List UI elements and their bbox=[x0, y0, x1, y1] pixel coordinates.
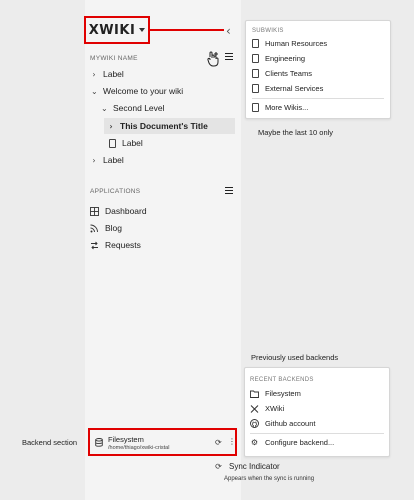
document-icon bbox=[252, 54, 259, 63]
gear-icon: ⚙ bbox=[250, 438, 259, 447]
recent-backends-dropdown: RECENT BACKENDS Filesystem XWiki Github … bbox=[244, 367, 390, 457]
configure-backend-item[interactable]: ⚙ Configure backend... bbox=[250, 438, 334, 447]
backend-name: Filesystem bbox=[108, 435, 144, 444]
more-vertical-icon[interactable]: ⋮ bbox=[228, 437, 236, 446]
more-wikis-item[interactable]: More Wikis... bbox=[252, 103, 308, 112]
backend-path: /home/thiago/xwiki-cristal bbox=[108, 445, 170, 451]
backend-item-label: Github account bbox=[265, 419, 316, 428]
requests-icon bbox=[91, 241, 98, 249]
tree-item[interactable]: ⌄ Welcome to your wiki bbox=[91, 86, 183, 96]
tree-item[interactable]: ⌄ Second Level bbox=[101, 103, 165, 113]
app-item-label: Dashboard bbox=[105, 206, 147, 216]
subwikis-title: SUBWIKIS bbox=[252, 28, 284, 34]
document-icon bbox=[252, 39, 259, 48]
sync-icon: ⟳ bbox=[215, 462, 222, 471]
divider bbox=[250, 433, 384, 434]
add-page-cursor-icon[interactable] bbox=[206, 51, 220, 71]
tree-item-label: Second Level bbox=[113, 103, 165, 113]
recent-backends-title: RECENT BACKENDS bbox=[250, 377, 314, 383]
backend-item-filesystem[interactable]: Filesystem bbox=[250, 389, 301, 398]
wiki-section-title: MYWIKI NAME bbox=[90, 55, 138, 62]
subwiki-label: External Services bbox=[265, 84, 324, 93]
sync-title: Sync Indicator bbox=[229, 462, 280, 471]
apps-menu-icon[interactable] bbox=[225, 187, 233, 194]
tree-item-label: Label bbox=[122, 138, 143, 148]
document-icon bbox=[252, 84, 259, 93]
sync-indicator-note: ⟳ Sync Indicator bbox=[214, 462, 280, 471]
app-item-blog[interactable]: Blog bbox=[90, 223, 122, 233]
grid-icon bbox=[90, 206, 99, 216]
tree-item-current[interactable]: › This Document's Title bbox=[108, 121, 208, 131]
tree-item[interactable]: › Label bbox=[91, 155, 124, 165]
github-icon bbox=[250, 419, 259, 428]
database-icon bbox=[95, 438, 103, 447]
subwikis-note: Maybe the last 10 only bbox=[258, 128, 334, 137]
subwikis-dropdown: SUBWIKIS Human Resources Engineering Cli… bbox=[245, 20, 391, 119]
document-icon bbox=[252, 103, 259, 112]
tree-item[interactable]: Label bbox=[109, 138, 143, 148]
sync-icon[interactable]: ⟳ bbox=[215, 438, 222, 447]
folder-icon bbox=[250, 390, 259, 398]
wiki-switcher-button[interactable]: XWIKI bbox=[84, 16, 150, 44]
chevron-right-icon[interactable]: › bbox=[108, 122, 114, 131]
chevron-right-icon[interactable]: › bbox=[91, 156, 97, 165]
backend-item-label: Filesystem bbox=[265, 389, 301, 398]
app-item-label: Blog bbox=[105, 223, 123, 233]
tree-item-label: Label bbox=[103, 155, 124, 165]
chevron-right-icon[interactable]: › bbox=[91, 70, 97, 79]
subwiki-label: Human Resources bbox=[265, 39, 328, 48]
subwiki-item[interactable]: Clients Teams bbox=[252, 69, 312, 78]
backend-section[interactable]: Filesystem /home/thiago/xwiki-cristal ⟳ … bbox=[88, 428, 237, 456]
xwiki-logo: XWIKI bbox=[88, 22, 136, 38]
subwiki-item[interactable]: Human Resources bbox=[252, 39, 327, 48]
divider bbox=[252, 98, 384, 99]
backends-note: Previously used backends bbox=[251, 353, 339, 362]
hand-pointer-icon bbox=[207, 51, 219, 67]
rss-icon bbox=[90, 224, 98, 232]
caret-down-icon bbox=[139, 28, 146, 32]
app-item-requests[interactable]: Requests bbox=[90, 240, 141, 250]
backend-item-xwiki[interactable]: XWiki bbox=[250, 404, 284, 413]
tree-item-label: Label bbox=[103, 69, 124, 79]
tree-item[interactable]: › Label bbox=[91, 69, 124, 79]
wiki-menu-icon[interactable] bbox=[225, 53, 233, 60]
document-icon bbox=[109, 138, 116, 148]
document-icon bbox=[252, 69, 259, 78]
more-wikis-label: More Wikis... bbox=[265, 103, 309, 112]
backend-item-label: XWiki bbox=[265, 404, 285, 413]
app-item-dashboard[interactable]: Dashboard bbox=[90, 206, 147, 216]
apps-section-title: APPLICATIONS bbox=[90, 188, 141, 195]
backend-item-github[interactable]: Github account bbox=[250, 419, 315, 428]
configure-backend-label: Configure backend... bbox=[265, 438, 335, 447]
subwiki-label: Clients Teams bbox=[265, 69, 312, 78]
annotation-connector-line bbox=[150, 29, 224, 31]
tree-item-label: Welcome to your wiki bbox=[103, 86, 184, 96]
app-item-label: Requests bbox=[105, 240, 141, 250]
subwiki-item[interactable]: Engineering bbox=[252, 54, 305, 63]
sync-description: Appears when the sync is running bbox=[224, 476, 315, 482]
xwiki-icon bbox=[250, 404, 259, 413]
chevron-left-icon: ‹ bbox=[226, 24, 231, 38]
chevron-down-icon[interactable]: ⌄ bbox=[101, 104, 108, 113]
backend-section-note: Backend section bbox=[22, 438, 78, 447]
subwiki-label: Engineering bbox=[265, 54, 306, 63]
chevron-down-icon[interactable]: ⌄ bbox=[91, 87, 98, 96]
tree-item-label: This Document's Title bbox=[120, 121, 208, 131]
subwiki-item[interactable]: External Services bbox=[252, 84, 323, 93]
